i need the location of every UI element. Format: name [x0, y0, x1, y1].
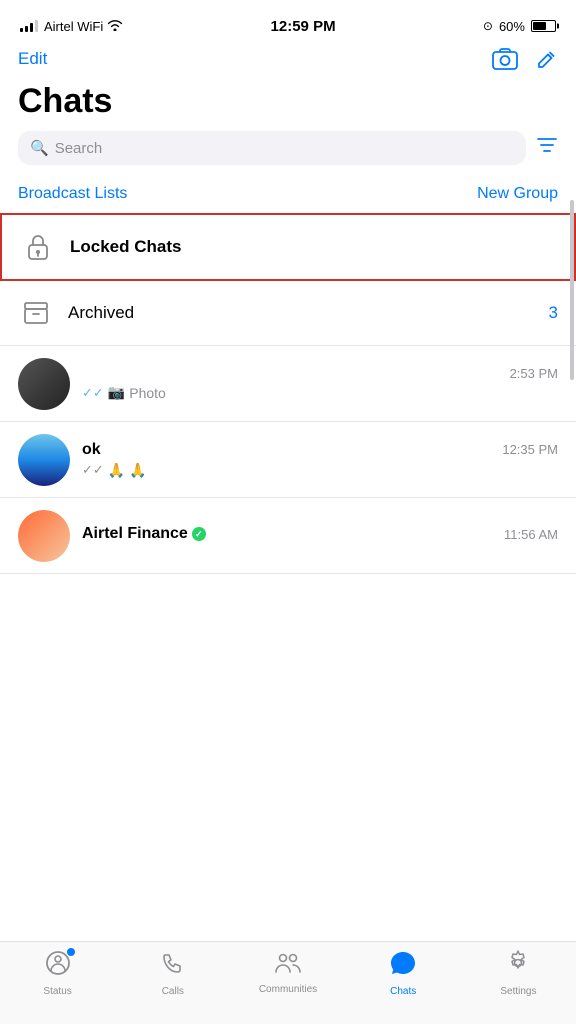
tab-bar: Status Calls Communities Chats	[0, 941, 576, 1024]
avatar	[18, 358, 70, 410]
signal-bar-3	[30, 23, 33, 32]
archive-icon	[18, 295, 54, 331]
avatar-image	[18, 510, 70, 562]
tab-calls[interactable]: Calls	[115, 950, 230, 997]
status-left: Airtel WiFi	[20, 19, 123, 34]
preview-text: 🙏 🙏	[108, 462, 147, 479]
tab-communities[interactable]: Communities	[230, 950, 345, 995]
double-tick-grey-icon: ✓✓	[82, 462, 104, 478]
chats-tab-label: Chats	[390, 986, 416, 997]
calls-tab-label: Calls	[162, 986, 184, 997]
carrier-label: Airtel WiFi	[44, 19, 103, 34]
page-title: Chats	[0, 78, 576, 131]
signal-bar-4	[35, 20, 38, 32]
verified-badge: ✓	[192, 527, 206, 541]
chat-preview: ✓✓ 📷 Photo	[82, 384, 558, 401]
battery-container	[531, 20, 556, 32]
settings-icon	[505, 950, 531, 983]
chats-icon	[389, 950, 417, 983]
avatar-image	[18, 358, 70, 410]
chat-top-row: Airtel Finance ✓ 11:56 AM	[82, 525, 558, 543]
search-bar[interactable]: 🔍 Search	[18, 131, 526, 165]
search-icon: 🔍	[30, 139, 49, 157]
chat-item[interactable]: ok 12:35 PM ✓✓ 🙏 🙏	[0, 422, 576, 498]
archived-count: 3	[549, 303, 558, 323]
avatar-image	[18, 434, 70, 486]
nav-icons	[492, 48, 558, 70]
avatar	[18, 434, 70, 486]
camera-preview-icon: 📷	[108, 384, 125, 401]
avatar	[18, 510, 70, 562]
status-right: ⊙ 60%	[483, 19, 556, 34]
filter-icon[interactable]	[536, 136, 558, 160]
communities-icon	[274, 950, 302, 981]
chat-content: Airtel Finance ✓ 11:56 AM	[82, 525, 558, 546]
status-time: 12:59 PM	[271, 18, 336, 35]
calls-icon	[160, 950, 186, 983]
search-container: 🔍 Search	[0, 131, 576, 179]
chat-item[interactable]: 2:53 PM ✓✓ 📷 Photo	[0, 346, 576, 422]
chat-item[interactable]: Airtel Finance ✓ 11:56 AM	[0, 498, 576, 574]
camera-button[interactable]	[492, 48, 518, 70]
chat-name: ok	[82, 441, 101, 459]
tab-status[interactable]: Status	[0, 950, 115, 997]
broadcast-lists-button[interactable]: Broadcast Lists	[18, 185, 127, 203]
signal-bar-2	[25, 26, 28, 32]
status-icon	[45, 955, 71, 982]
chat-top-row: 2:53 PM	[82, 366, 558, 381]
nav-header: Edit	[0, 44, 576, 78]
communities-tab-label: Communities	[259, 984, 317, 995]
chat-top-row: ok 12:35 PM	[82, 441, 558, 459]
battery-fill	[533, 22, 546, 30]
status-dot	[67, 948, 75, 956]
chat-content: 2:53 PM ✓✓ 📷 Photo	[82, 366, 558, 401]
status-bar: Airtel WiFi 12:59 PM ⊙ 60%	[0, 0, 576, 44]
locked-chats-label: Locked Chats	[70, 237, 181, 257]
signal-bars	[20, 20, 38, 32]
screen-record-icon: ⊙	[483, 19, 493, 33]
battery-percent: 60%	[499, 19, 525, 34]
compose-button[interactable]	[536, 48, 558, 70]
tab-settings[interactable]: Settings	[461, 950, 576, 997]
status-tab-label: Status	[43, 986, 71, 997]
archived-label: Archived	[68, 303, 535, 323]
tab-chats[interactable]: Chats	[346, 950, 461, 997]
settings-tab-label: Settings	[500, 986, 536, 997]
battery-icon	[531, 20, 556, 32]
archived-row[interactable]: Archived 3	[0, 281, 576, 346]
locked-chats-row[interactable]: Locked Chats	[0, 213, 576, 281]
double-tick-icon: ✓✓	[82, 385, 104, 401]
preview-text: Photo	[129, 385, 166, 401]
status-icon-wrapper	[45, 950, 71, 983]
search-placeholder: Search	[55, 140, 103, 157]
scroll-indicator	[570, 200, 574, 380]
lock-icon	[20, 229, 56, 265]
chat-preview: ✓✓ 🙏 🙏	[82, 462, 558, 479]
signal-bar-1	[20, 28, 23, 32]
chat-time: 2:53 PM	[510, 366, 558, 381]
chat-content: ok 12:35 PM ✓✓ 🙏 🙏	[82, 441, 558, 479]
edit-button[interactable]: Edit	[18, 49, 47, 69]
chat-name: Airtel Finance ✓	[82, 525, 206, 543]
wifi-icon	[107, 19, 123, 34]
new-group-button[interactable]: New Group	[477, 185, 558, 203]
chat-time: 12:35 PM	[502, 442, 558, 457]
quick-actions: Broadcast Lists New Group	[0, 179, 576, 213]
chat-time: 11:56 AM	[504, 527, 558, 542]
chat-list: 2:53 PM ✓✓ 📷 Photo ok 12:35 PM ✓✓ 🙏 🙏	[0, 346, 576, 574]
